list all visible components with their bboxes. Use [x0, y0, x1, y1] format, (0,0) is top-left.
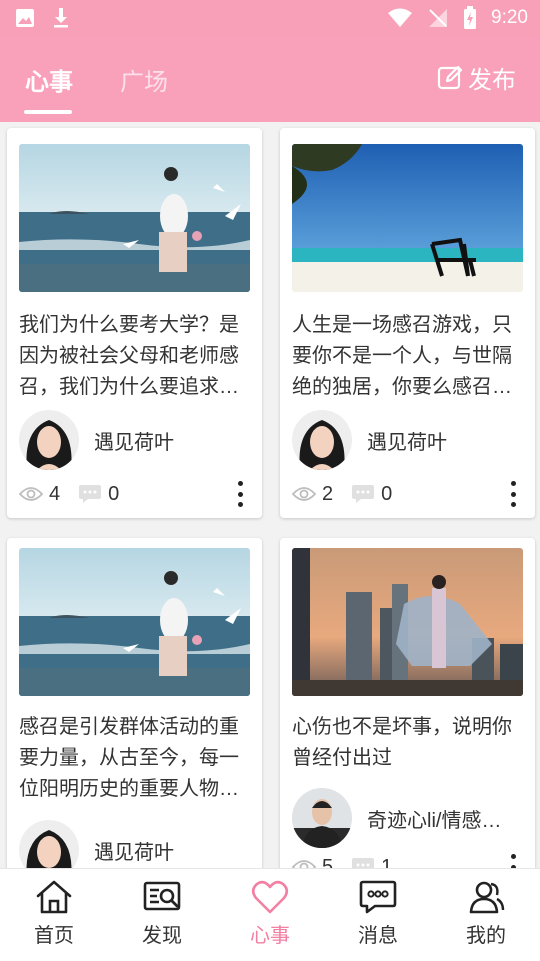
active-tab-indicator	[24, 110, 72, 114]
nav-label: 首页	[34, 925, 74, 947]
comment-icon	[352, 485, 375, 503]
status-bar: 9:20	[0, 0, 540, 36]
nav-label: 发现	[142, 925, 182, 947]
status-time: 9:20	[491, 7, 528, 28]
author-name: 遇见荷叶	[94, 841, 174, 864]
post-image-beach-girl	[19, 548, 250, 696]
post-image-city-girl	[292, 548, 523, 696]
image-notification-icon	[16, 9, 34, 27]
more-options-icon[interactable]	[230, 481, 250, 507]
bottom-nav: 首页 发现 心事 消息 我的	[0, 868, 540, 961]
publish-label: 发布	[468, 67, 516, 94]
post-author[interactable]: 遇见荷叶	[19, 410, 174, 470]
post-card[interactable]: 人生是一场感召游戏，只要你不是一个人，与世隔绝的独居，你要么感召别人，要么被别人…	[280, 128, 535, 518]
nav-item-xinshi[interactable]: 心事	[216, 869, 324, 961]
view-count: 4	[49, 482, 61, 505]
post-title[interactable]: 人生是一场感召游戏，只要你不是一个人，与世隔绝的独居，你要么感召别人，要么被别人…	[292, 310, 526, 403]
post-stats: 2 0	[292, 481, 523, 507]
comment-count: 0	[381, 482, 393, 505]
nav-item-home[interactable]: 首页	[0, 869, 108, 961]
author-name: 遇见荷叶	[367, 431, 447, 454]
avatar	[19, 410, 79, 470]
nav-item-messages[interactable]: 消息	[324, 869, 432, 961]
view-count: 5	[322, 855, 334, 869]
post-title[interactable]: 心伤也不是坏事，说明你曾经付出过	[292, 712, 526, 774]
post-card[interactable]: 我们为什么要考大学？是因为被社会父母和老师感召，我们为什么要追求知识、财富？ 遇…	[7, 128, 262, 518]
user-icon	[469, 881, 505, 914]
view-count-icon	[292, 487, 316, 501]
view-count: 2	[322, 482, 334, 505]
post-title[interactable]: 我们为什么要考大学？是因为被社会父母和老师感召，我们为什么要追求知识、财富？	[19, 310, 253, 403]
heart-icon	[251, 880, 289, 914]
tab-xinshi[interactable]: 心事	[25, 62, 73, 97]
more-options-icon[interactable]	[503, 481, 523, 507]
comment-count: 1	[381, 855, 393, 869]
post-card[interactable]: 感召是引发群体活动的重要力量，从古至今，每一位阳明历史的重要人物都是感召大师 遇…	[7, 538, 262, 868]
author-name: 遇见荷叶	[94, 431, 174, 454]
edit-icon	[437, 65, 463, 89]
avatar	[292, 410, 352, 470]
view-count-icon	[292, 860, 316, 868]
download-icon	[54, 8, 68, 28]
battery-charging-icon	[464, 6, 477, 29]
no-signal-icon	[429, 9, 448, 27]
view-count-icon	[19, 487, 43, 501]
post-title[interactable]: 感召是引发群体活动的重要力量，从古至今，每一位阳明历史的重要人物都是感召大师	[19, 712, 253, 805]
publish-button[interactable]: 发布	[436, 60, 516, 95]
home-icon	[36, 880, 72, 914]
nav-item-discover[interactable]: 发现	[108, 869, 216, 961]
nav-label: 消息	[358, 925, 398, 947]
message-icon	[359, 880, 397, 914]
post-author[interactable]: 遇见荷叶	[19, 820, 174, 868]
wifi-icon	[388, 8, 413, 27]
post-image-beach-girl	[19, 144, 250, 292]
post-author[interactable]: 遇见荷叶	[292, 410, 447, 470]
avatar	[19, 820, 79, 868]
nav-item-profile[interactable]: 我的	[432, 869, 540, 961]
comment-icon	[352, 858, 375, 868]
post-card[interactable]: 心伤也不是坏事，说明你曾经付出过 奇迹心li/情感咨询 5 1	[280, 538, 535, 868]
comment-count: 0	[108, 482, 120, 505]
comment-icon	[79, 485, 102, 503]
post-feed[interactable]: 我们为什么要考大学？是因为被社会父母和老师感召，我们为什么要追求知识、财富？ 遇…	[0, 122, 540, 868]
post-author[interactable]: 奇迹心li/情感咨询	[292, 788, 512, 848]
nav-label: 心事	[250, 925, 290, 947]
author-name: 奇迹心li/情感咨询	[367, 809, 512, 832]
post-stats: 4 0	[19, 481, 250, 507]
nav-label: 我的	[466, 925, 506, 947]
top-header: 心事 广场 发布	[0, 36, 540, 122]
tab-guangchang[interactable]: 广场	[120, 62, 168, 97]
post-image-beach-chair	[292, 144, 523, 292]
more-options-icon[interactable]	[503, 854, 523, 868]
avatar	[292, 788, 352, 848]
discover-icon	[143, 881, 181, 911]
post-stats: 5 1	[292, 854, 523, 868]
